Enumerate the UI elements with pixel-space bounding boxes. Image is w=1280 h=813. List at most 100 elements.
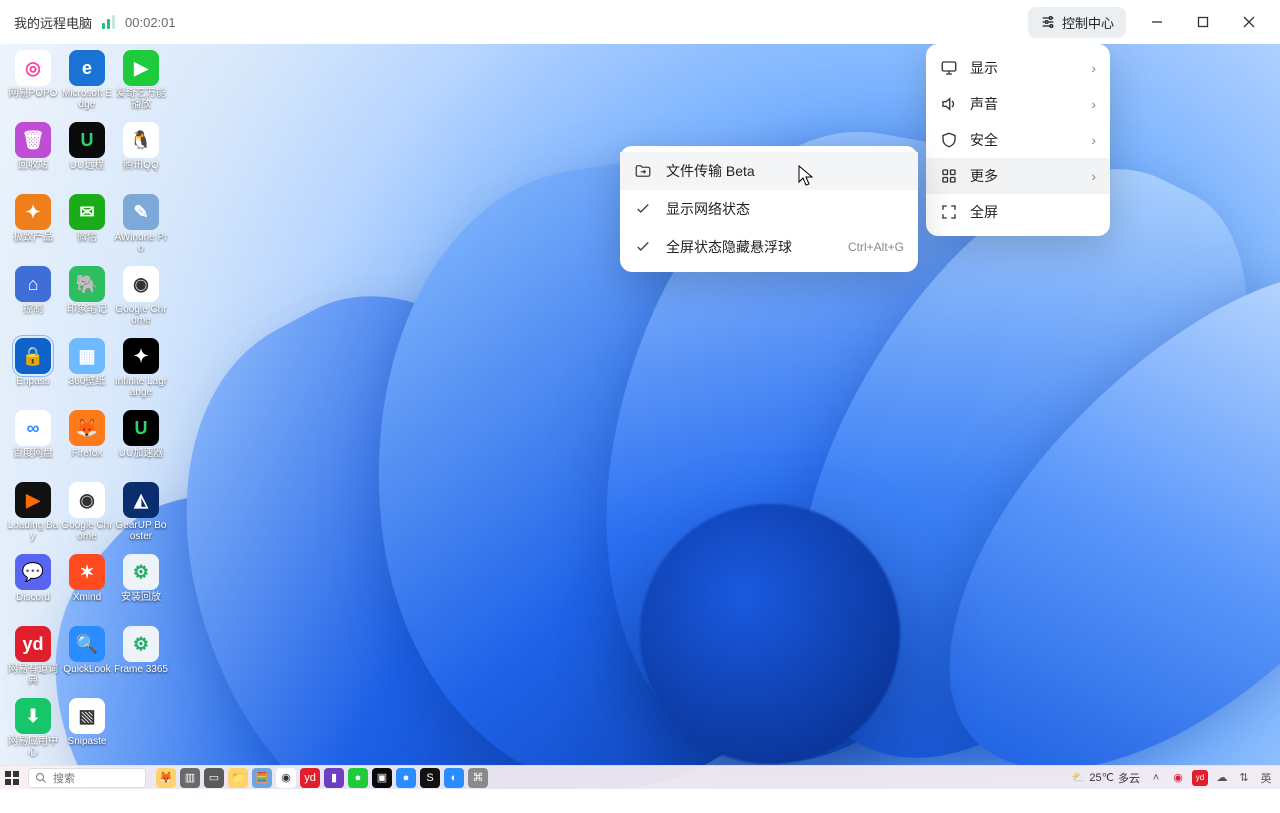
submenu-item[interactable]: 全屏状态隐藏悬浮球Ctrl+Alt+G (620, 228, 918, 266)
desktop-icon[interactable]: ◉Google Chrome (60, 482, 114, 552)
cc-item-expand[interactable]: 全屏 (926, 194, 1110, 230)
icon-label: Discord (16, 592, 50, 603)
taskbar-app-app3[interactable]: ◐ (444, 768, 464, 788)
cc-item-shield[interactable]: 安全› (926, 122, 1110, 158)
icon-label: 爱奇艺万能播放 (114, 88, 168, 110)
tray-chevron-up-icon[interactable]: ˄ (1148, 770, 1164, 786)
grid-icon (940, 167, 958, 185)
taskbar-app-app4[interactable]: ⌘ (468, 768, 488, 788)
taskbar-search[interactable]: 搜索 (28, 768, 146, 788)
app-icon: ◉ (69, 482, 105, 518)
icon-label: Xmind (73, 592, 101, 603)
desktop-icon[interactable]: ✦极致产品 (6, 194, 60, 264)
taskbar-app-terminal[interactable]: ▣ (372, 768, 392, 788)
desktop-icon[interactable]: ⚙安装回放 (114, 554, 168, 624)
desktop-icon[interactable]: ▶爱奇艺万能播放 (114, 50, 168, 120)
app-icon: ▧ (69, 698, 105, 734)
icon-label: Snipaste (68, 736, 107, 747)
desktop-icon[interactable]: ◎ 网易POPO (6, 50, 60, 120)
signal-icon (102, 15, 115, 29)
chevron-right-icon: › (1091, 168, 1096, 184)
taskbar-app-window[interactable]: ▭ (204, 768, 224, 788)
control-center-button[interactable]: 控制中心 (1028, 7, 1126, 38)
app-icon: ◎ (15, 50, 51, 86)
app-icon: ✦ (123, 338, 159, 374)
icon-label: 网易应用中心 (6, 736, 60, 758)
app-icon: ◉ (123, 266, 159, 302)
icon-label: 360壁纸 (69, 376, 106, 387)
taskbar-app-app2[interactable]: ● (396, 768, 416, 788)
taskbar-app-youdao[interactable]: yd (300, 768, 320, 788)
sliders-icon (1040, 14, 1056, 30)
desktop-icon[interactable]: 💬Discord (6, 554, 60, 624)
desktop-icon[interactable]: eMicrosoft Edge (60, 50, 114, 120)
desktop-icon[interactable]: 🐘印象笔记 (60, 266, 114, 336)
taskbar-app-app1[interactable]: ▮ (324, 768, 344, 788)
tray-network-icon[interactable]: ⇅ (1236, 770, 1252, 786)
close-button[interactable] (1226, 0, 1272, 44)
chevron-right-icon: › (1091, 132, 1096, 148)
desktop-icon[interactable]: ✦Infinite Lagrange (114, 338, 168, 408)
app-icon: U (69, 122, 105, 158)
desktop-icon[interactable]: ✎AWinone Pro (114, 194, 168, 264)
desktop-icon[interactable]: ∞百度网盘 (6, 410, 60, 480)
cc-item-sound[interactable]: 声音› (926, 86, 1110, 122)
desktop-icon[interactable]: 🦊Firefox (60, 410, 114, 480)
minimize-button[interactable] (1134, 0, 1180, 44)
tray-chrome-icon[interactable]: ◉ (1170, 770, 1186, 786)
weather-icon: ⛅ (1072, 771, 1086, 784)
desktop-icon[interactable]: ⚙ Frame 3365 (114, 626, 168, 696)
taskbar-app-steam[interactable]: S (420, 768, 440, 788)
desktop-icon[interactable]: ▦ 360壁纸 (60, 338, 114, 408)
desktop-icon[interactable]: 🗑回收站 (6, 122, 60, 192)
remote-title: 我的远程电脑 (14, 13, 92, 32)
shield-icon (940, 131, 958, 149)
desktop-icon[interactable]: ⬇网易应用中心 (6, 698, 60, 768)
sound-icon (940, 95, 958, 113)
desktop-icon[interactable]: ⌂控制 (6, 266, 60, 336)
tray-onedrive-icon[interactable]: ☁ (1214, 770, 1230, 786)
tray-youdao-icon[interactable]: yd (1192, 770, 1208, 786)
taskbar-app-calc[interactable]: 🧮 (252, 768, 272, 788)
maximize-button[interactable] (1180, 0, 1226, 44)
submenu-item[interactable]: 显示网络状态 (620, 190, 918, 228)
submenu-item[interactable]: 文件传输 Beta (620, 152, 918, 190)
taskbar-app-taskview[interactable]: ▥ (180, 768, 200, 788)
desktop-icon[interactable]: ✶Xmind (60, 554, 114, 624)
app-icon: ⚙ (123, 626, 159, 662)
window-controls (1134, 0, 1272, 44)
icon-label: Frame 3365 (114, 664, 168, 675)
expand-icon (940, 203, 958, 221)
desktop-icon[interactable]: yd网易有道词典 (6, 626, 60, 696)
weather-temp: 25℃ (1089, 771, 1114, 784)
remote-desktop[interactable]: ◎ 网易POPOeMicrosoft Edge▶爱奇艺万能播放 🗑回收站UUU远程🐧… (0, 44, 1280, 789)
icon-label: 网易POPO (9, 88, 58, 99)
desktop-icon[interactable]: 🐧腾讯QQ (114, 122, 168, 192)
cc-item-grid[interactable]: 更多› (926, 158, 1110, 194)
desktop-icon[interactable]: ▶Loading Bay (6, 482, 60, 552)
search-placeholder: 搜索 (53, 770, 75, 786)
desktop-icon[interactable]: ✉微信 (60, 194, 114, 264)
cc-item-monitor[interactable]: 显示› (926, 50, 1110, 86)
start-button[interactable] (0, 766, 24, 790)
app-icon: ▦ (69, 338, 105, 374)
folder-arrow-icon (634, 162, 652, 180)
tray-ime-icon[interactable]: 英 (1258, 770, 1274, 786)
app-icon: yd (15, 626, 51, 662)
icon-label: Google Chrome (114, 304, 168, 326)
taskbar-app-explorer[interactable]: 📁 (228, 768, 248, 788)
icon-label: Loading Bay (6, 520, 60, 542)
desktop-icon[interactable]: 🔒Enpass (6, 338, 60, 408)
app-icon: ⚙ (123, 554, 159, 590)
taskbar-weather[interactable]: ⛅ 25℃ 多云 (1072, 770, 1140, 786)
taskbar-app-firefox[interactable]: 🦊 (156, 768, 176, 788)
taskbar-app-chrome[interactable]: ◉ (276, 768, 296, 788)
icon-label: Firefox (72, 448, 103, 459)
desktop-icon[interactable]: ◭GearUP Booster (114, 482, 168, 552)
desktop-icon[interactable]: ◉Google Chrome (114, 266, 168, 336)
desktop-icon[interactable]: UUU加速器 (114, 410, 168, 480)
desktop-icon[interactable]: 🔍QuickLook (60, 626, 114, 696)
taskbar-app-wechat[interactable]: ● (348, 768, 368, 788)
desktop-icon[interactable]: ▧ Snipaste (60, 698, 114, 768)
desktop-icon[interactable]: UUU远程 (60, 122, 114, 192)
